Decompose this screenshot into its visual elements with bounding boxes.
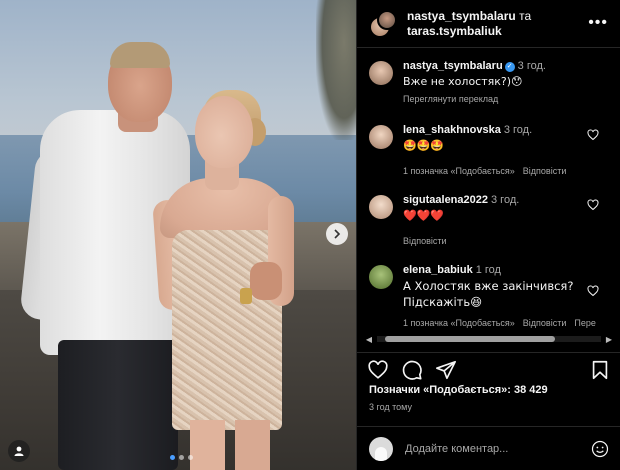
carousel-indicator xyxy=(170,455,193,460)
comment-text: ❤️❤️❤️ xyxy=(403,209,445,222)
reply-button[interactable]: Відповісти xyxy=(523,318,567,328)
avatar xyxy=(377,9,397,30)
avatar[interactable] xyxy=(369,125,393,149)
comment-item: sigutaalena2022 3 год. ❤️❤️❤️ Відповісти xyxy=(357,193,620,249)
verified-badge-icon: ✓ xyxy=(504,62,515,72)
post-side-panel: nastya_tsymbalaru та taras.tsymbaliuk ••… xyxy=(356,0,620,470)
comment-time: 1 год xyxy=(475,264,501,276)
emoji-smile-icon[interactable] xyxy=(591,440,609,458)
photo-tree xyxy=(316,0,356,140)
see-translation-link[interactable]: Пере xyxy=(574,318,596,328)
avatar[interactable] xyxy=(369,61,393,85)
comment-likes[interactable]: 1 позначка «Подобається» xyxy=(403,166,515,176)
comment-input[interactable] xyxy=(405,442,591,455)
carousel-dot xyxy=(170,455,175,460)
carousel-next-button[interactable] xyxy=(326,223,348,245)
reply-button[interactable]: Відповісти xyxy=(523,166,567,176)
like-heart-icon[interactable] xyxy=(587,199,599,211)
like-heart-icon[interactable] xyxy=(587,129,599,141)
comment-username[interactable]: sigutaalena2022 xyxy=(403,194,488,206)
comment-time: 3 год. xyxy=(491,194,520,206)
scroll-right-icon[interactable]: ▶ xyxy=(605,335,613,344)
comment-username[interactable]: nastya_tsymbalaru xyxy=(403,60,503,72)
chevron-right-icon xyxy=(334,229,341,239)
comment-item: elena_babiuk 1 год А Холостяк вже закінчи… xyxy=(357,263,620,331)
bookmark-icon[interactable] xyxy=(589,359,611,381)
post-timestamp: 3 год тому xyxy=(369,402,412,412)
post-authors: nastya_tsymbalaru та taras.tsymbaliuk xyxy=(407,9,531,39)
woman-dress xyxy=(172,230,282,430)
comment-text: Вже не холостяк?)😯 xyxy=(403,75,523,88)
scroll-left-icon[interactable]: ◀ xyxy=(365,335,373,344)
scrollbar-thumb[interactable] xyxy=(385,336,555,342)
reply-button[interactable]: Відповісти xyxy=(403,236,447,246)
author-username-1[interactable]: nastya_tsymbalaru xyxy=(407,9,516,23)
horizontal-scrollbar[interactable]: ◀ ▶ xyxy=(365,334,613,344)
wristwatch xyxy=(240,288,252,304)
post-actions xyxy=(357,352,620,382)
avatar[interactable] xyxy=(369,195,393,219)
tagged-users-button[interactable] xyxy=(8,440,30,462)
add-comment-bar xyxy=(357,426,620,470)
see-translation-link[interactable]: Переглянути переклад xyxy=(403,94,498,104)
man-hair xyxy=(110,42,170,68)
comments-list[interactable]: nastya_tsymbalaru ✓ 3 год. Вже не холостяк… xyxy=(357,49,620,334)
comment-time: 3 год. xyxy=(503,124,533,136)
like-heart-icon[interactable] xyxy=(367,359,389,381)
carousel-dot xyxy=(188,455,193,460)
post-header: nastya_tsymbalaru та taras.tsymbaliuk ••… xyxy=(357,0,620,48)
collab-avatars[interactable] xyxy=(369,9,397,38)
author-username-2[interactable]: taras.tsymbaliuk xyxy=(407,24,502,38)
caption-comment: nastya_tsymbalaru ✓ 3 год. Вже не холостяк… xyxy=(357,59,620,107)
comment-username[interactable]: elena_babiuk xyxy=(403,264,473,276)
comment-username[interactable]: lena_shakhnovska xyxy=(403,124,501,136)
woman-head xyxy=(195,96,253,168)
more-options-icon[interactable]: ••• xyxy=(588,14,608,32)
comment-text: А Холостяк вже закінчився? Підскажіть😆 xyxy=(403,279,574,309)
authors-conjunction: та xyxy=(519,8,532,23)
man-hand xyxy=(250,262,282,300)
comment-item: lena_shakhnovska 3 год. 🤩🤩🤩 1 позначка «П… xyxy=(357,123,620,179)
likes-count[interactable]: Позначки «Подобається»: 38 429 xyxy=(369,384,548,396)
user-icon xyxy=(14,446,24,456)
share-paper-plane-icon[interactable] xyxy=(435,359,457,381)
comment-bubble-icon[interactable] xyxy=(401,359,423,381)
carousel-dot xyxy=(179,455,184,460)
avatar[interactable] xyxy=(369,265,393,289)
comment-time: 3 год. xyxy=(517,60,546,72)
comment-text: 🤩🤩🤩 xyxy=(403,139,445,152)
woman-legs xyxy=(190,420,270,470)
comment-likes[interactable]: 1 позначка «Подобається» xyxy=(403,318,515,328)
avatar xyxy=(369,436,393,461)
post-photo[interactable] xyxy=(0,0,356,470)
scrollbar-track[interactable] xyxy=(377,336,601,342)
man-pants xyxy=(58,340,178,470)
like-heart-icon[interactable] xyxy=(587,285,599,297)
